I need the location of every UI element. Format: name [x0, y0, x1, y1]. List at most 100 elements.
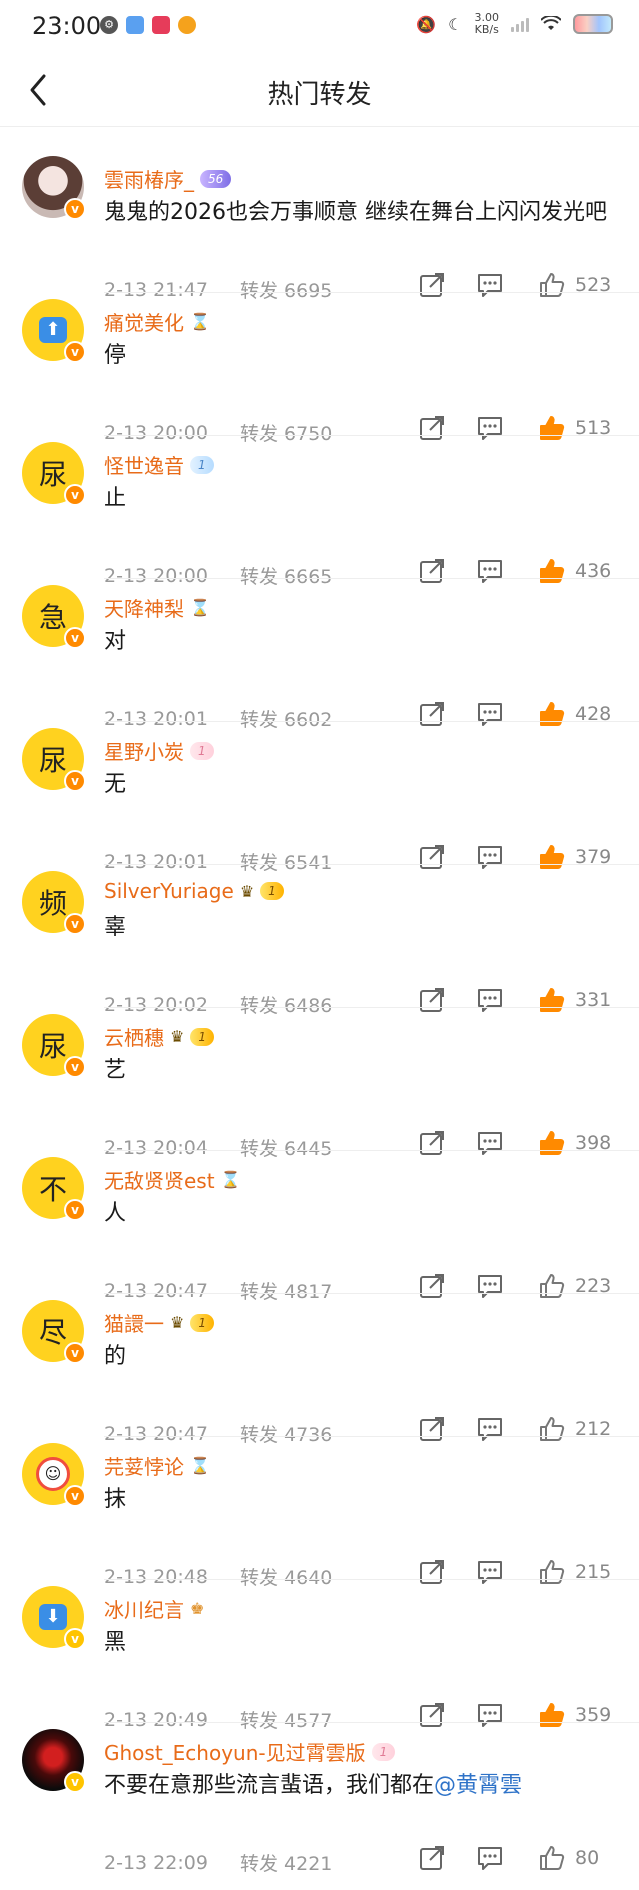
username[interactable]: 猫譞一 — [104, 1308, 164, 1337]
signal-icon — [511, 16, 529, 32]
nav-bar: 热门转发 — [0, 54, 639, 124]
verified-badge-icon: v — [64, 913, 86, 935]
status-notification-icons: ⚙ — [100, 16, 196, 34]
name-line: 猫譞一 ♛ 1 — [104, 1308, 214, 1337]
fan-medal-badge: 1 — [371, 1742, 396, 1761]
repost-row[interactable]: 急 v 天降神梨 ⌛ 对 2-13 20:01 转发 6602 428 — [0, 579, 639, 731]
crown-icon: ♛ — [170, 1027, 185, 1046]
status-time: 23:00 — [32, 12, 102, 40]
verified-badge-icon: v — [64, 484, 86, 506]
forward-count: 转发 4221 — [240, 1853, 333, 1875]
down-arrow-icon: ⬇ — [39, 1604, 67, 1630]
fan-medal-badge: 1 — [190, 1313, 214, 1332]
username[interactable]: 痛觉美化 — [104, 307, 184, 336]
repost-row[interactable]: 不 v 无敌贤贤est ⌛ 人 2-13 20:47 转发 4817 223 — [0, 1151, 639, 1303]
repost-text: 对 — [104, 629, 127, 654]
name-line: 冰川纪言 ♚ — [104, 1594, 204, 1623]
username[interactable]: 天降神梨 — [104, 593, 184, 622]
repost-row[interactable]: 尽 v 猫譞一 ♛ 1 的 2-13 20:47 转发 4736 212 — [0, 1294, 639, 1446]
like-count: 80 — [575, 1847, 600, 1869]
repost-list: v 雲雨椿序_ 56 鬼鬼的2026也会万事顺意 继续在舞台上闪闪发光吧 2-13 21… — [0, 150, 639, 1883]
avatar-char: 尿 — [38, 458, 67, 491]
status-bar: 23:00 ⚙ 🔕 ☾ 3.00 KB/s — [0, 0, 639, 54]
status-right: 🔕 ☾ 3.00 KB/s — [416, 12, 613, 36]
verified-badge-icon: v — [64, 341, 86, 363]
repost-row[interactable]: 尿 v 星野小炭 1 无 2-13 20:01 转发 6541 379 — [0, 722, 639, 874]
username[interactable]: 无敌贤贤est — [104, 1165, 215, 1194]
name-line: SilverYuriage ♛ 1 — [104, 879, 284, 903]
hourglass-icon: ⌛ — [190, 312, 210, 331]
verified-badge-icon: v — [64, 1628, 86, 1650]
clown-icon: ☺ — [36, 1457, 70, 1491]
username[interactable]: 雲雨椿序_ — [104, 164, 194, 193]
verified-badge-icon: v — [64, 1342, 86, 1364]
divider — [0, 126, 639, 127]
repost-meta: 2-13 22:09 转发 4221 — [104, 1849, 400, 1876]
repost-content: 停 — [104, 339, 624, 373]
mute-icon: 🔕 — [416, 14, 437, 34]
repost-text: 停 — [104, 343, 127, 368]
username[interactable]: 冰川纪言 — [104, 1594, 184, 1623]
verified-badge-icon: v — [64, 627, 86, 649]
repost-text: 艺 — [104, 1058, 127, 1083]
name-line: 怪世逸音 1 — [104, 450, 214, 479]
moon-icon: ☾ — [448, 14, 463, 34]
mention-link[interactable]: @黄霄雲 — [434, 1773, 522, 1798]
network-speed-unit: KB/s — [474, 23, 499, 36]
username[interactable]: 星野小炭 — [104, 736, 184, 765]
up-arrow-icon: ⬆ — [39, 317, 67, 343]
name-line: 云栖穗 ♛ 1 — [104, 1022, 214, 1051]
gear-icon: ⚙ — [100, 16, 118, 34]
avatar-char: 尽 — [38, 1316, 67, 1349]
repost-text: 的 — [104, 1344, 127, 1369]
fan-medal-badge: 1 — [190, 1027, 214, 1046]
repost-row[interactable]: 频 v SilverYuriage ♛ 1 辜 2-13 20:02 转发 6486 331 — [0, 865, 639, 1017]
name-line: 痛觉美化 ⌛ — [104, 307, 210, 336]
verified-badge-icon: v — [64, 1056, 86, 1078]
avatar-char: 急 — [38, 601, 67, 634]
share-icon[interactable] — [417, 1843, 447, 1873]
fan-medal-badge: 1 — [190, 741, 214, 760]
repost-text: 人 — [104, 1201, 127, 1226]
username[interactable]: 芫荽悖论 — [104, 1451, 184, 1480]
repost-text: 辜 — [104, 915, 127, 940]
like-icon[interactable] — [537, 1843, 567, 1873]
username[interactable]: Ghost_Echoyun-见过霄雲版 — [104, 1737, 366, 1766]
name-line: 天降神梨 ⌛ — [104, 593, 210, 622]
page-title: 热门转发 — [267, 80, 372, 110]
username[interactable]: 怪世逸音 — [104, 450, 184, 479]
name-line: 星野小炭 1 — [104, 736, 214, 765]
username[interactable]: 云栖穗 — [104, 1022, 164, 1051]
repost-row[interactable]: 尿 v 云栖穗 ♛ 1 艺 2-13 20:04 转发 6445 398 — [0, 1008, 639, 1160]
verified-badge-icon: v — [64, 1771, 86, 1793]
repost-content: 的 — [104, 1340, 624, 1374]
repost-row[interactable]: v 雲雨椿序_ 56 鬼鬼的2026也会万事顺意 继续在舞台上闪闪发光吧 2-13 21… — [0, 150, 639, 302]
repost-row[interactable]: ⬆ v 痛觉美化 ⌛ 停 2-13 20:00 转发 6750 513 — [0, 293, 639, 445]
repost-content: 不要在意那些流言蜚语，我们都在@黄霄雲 — [104, 1769, 624, 1803]
name-line: 芫荽悖论 ⌛ — [104, 1451, 210, 1480]
repost-row[interactable]: 尿 v 怪世逸音 1 止 2-13 20:00 转发 6665 436 — [0, 436, 639, 588]
repost-row[interactable]: ⬇ v 冰川纪言 ♚ 黑 2-13 20:49 转发 4577 359 — [0, 1580, 639, 1732]
comment-icon[interactable] — [475, 1843, 505, 1873]
timestamp: 2-13 22:09 — [104, 1851, 208, 1874]
network-speed: 3.00 KB/s — [475, 12, 500, 36]
repost-content: 黑 — [104, 1626, 624, 1660]
repost-text: 鬼鬼的2026也会万事顺意 继续在舞台上闪闪发光吧 — [104, 200, 607, 225]
name-line: 无敌贤贤est ⌛ — [104, 1165, 241, 1194]
repost-content: 艺 — [104, 1054, 624, 1088]
app-icon — [152, 16, 170, 34]
repost-row[interactable]: v Ghost_Echoyun-见过霄雲版 1 不要在意那些流言蜚语，我们都在@黄霄雲… — [0, 1723, 639, 1883]
avatar-char: 尿 — [38, 1030, 67, 1063]
repost-row[interactable]: ☺ v 芫荽悖论 ⌛ 抹 2-13 20:48 转发 4640 215 — [0, 1437, 639, 1589]
crown-icon: ♛ — [170, 1313, 185, 1332]
battery-icon — [573, 14, 613, 34]
username[interactable]: SilverYuriage — [104, 879, 234, 903]
fan-medal-badge: 1 — [260, 882, 284, 900]
repost-content: 辜 — [104, 911, 624, 945]
repost-content: 对 — [104, 625, 624, 659]
app-icon — [126, 16, 144, 34]
avatar-char: 不 — [38, 1173, 67, 1206]
repost-text: 抹 — [104, 1487, 127, 1512]
member-badge-icon: ♚ — [190, 1599, 205, 1618]
name-line: Ghost_Echoyun-见过霄雲版 1 — [104, 1737, 396, 1766]
